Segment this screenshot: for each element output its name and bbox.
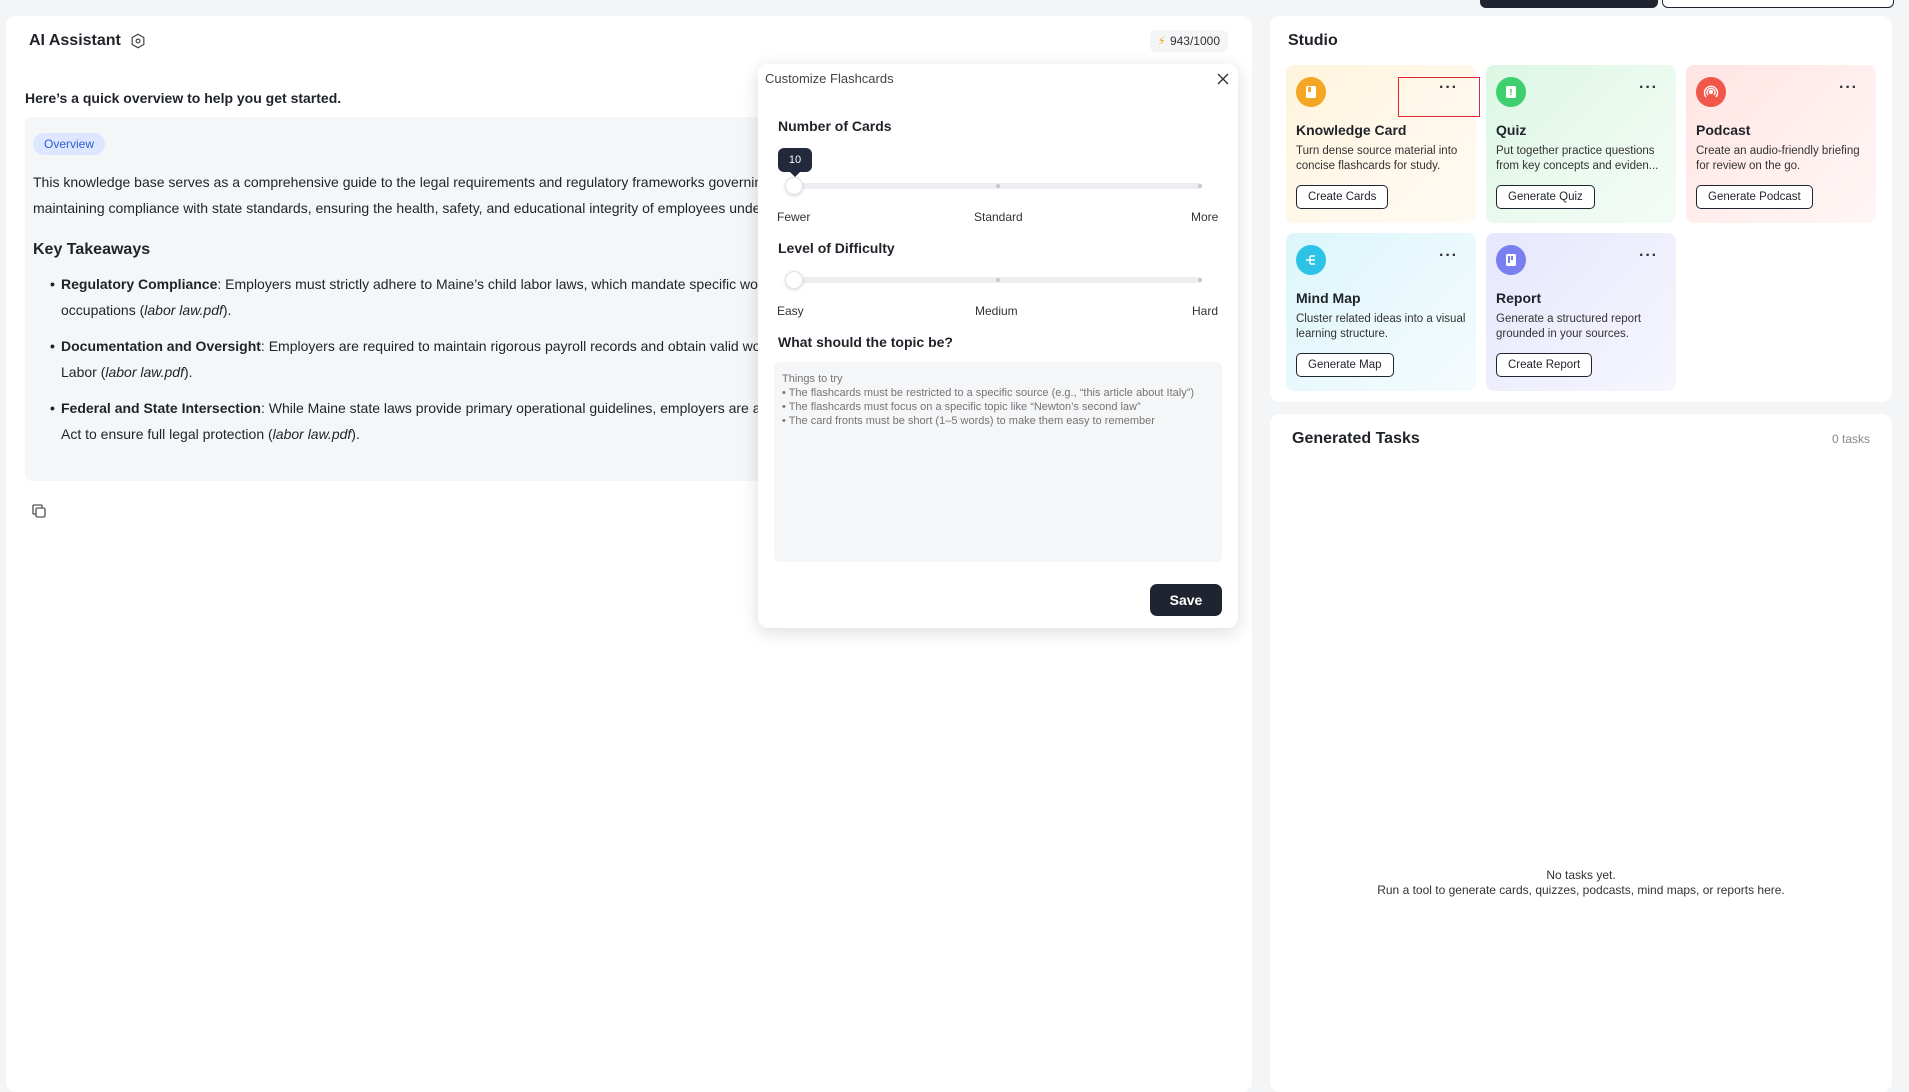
empty-state-hint: Run a tool to generate cards, quizzes, p… bbox=[1377, 883, 1785, 897]
create-cards-button[interactable]: Create Cards bbox=[1296, 185, 1389, 209]
takeaway-text: occupations ( bbox=[61, 302, 145, 318]
studio-title: Studio bbox=[1288, 32, 1338, 49]
highlight-annotation bbox=[1398, 77, 1480, 117]
generate-podcast-button[interactable]: Generate Podcast bbox=[1696, 185, 1813, 209]
difficulty-slider[interactable] bbox=[785, 271, 1202, 289]
card-description: Turn dense source material into concise … bbox=[1296, 145, 1458, 172]
generated-tasks-panel: Generated Tasks 0 tasks No tasks yet. Ru… bbox=[1270, 414, 1892, 1092]
cards-value-tooltip: 10 bbox=[778, 148, 812, 177]
tasks-count: 0 tasks bbox=[1831, 432, 1870, 446]
slider-thumb[interactable] bbox=[785, 271, 803, 289]
takeaway-title: Documentation and Oversight bbox=[61, 338, 261, 354]
scale-label-easy: Easy bbox=[777, 304, 804, 318]
more-options-icon[interactable]: ··· bbox=[1639, 248, 1658, 264]
slider-step-dot bbox=[1198, 184, 1202, 188]
ai-assistant-title: AI Assistant bbox=[29, 32, 121, 49]
generate-quiz-button[interactable]: Generate Quiz bbox=[1496, 185, 1595, 209]
top-primary-button[interactable] bbox=[1480, 0, 1658, 8]
card-title: Quiz bbox=[1496, 122, 1527, 138]
overview-badge: Overview bbox=[33, 133, 106, 155]
quiz-icon: ! bbox=[1496, 77, 1526, 107]
more-options-icon[interactable]: ··· bbox=[1839, 80, 1858, 96]
slider-step-dot bbox=[996, 184, 1000, 188]
credits-value: 943/1000 bbox=[1169, 34, 1220, 48]
scale-label-medium: Medium bbox=[975, 304, 1018, 318]
quiz-tool[interactable]: ! ··· Quiz Put together practice questio… bbox=[1486, 65, 1676, 223]
card-title: Knowledge Card bbox=[1296, 122, 1407, 138]
top-secondary-button[interactable] bbox=[1662, 0, 1894, 8]
card-description: Put together practice questions from key… bbox=[1496, 145, 1659, 172]
close-icon[interactable] bbox=[1216, 72, 1230, 86]
slider-step-dot bbox=[996, 278, 1000, 282]
mind-map-tool[interactable]: ··· Mind Map Cluster related ideas into … bbox=[1286, 233, 1476, 391]
takeaway-text: Labor ( bbox=[61, 364, 106, 380]
svg-text:!: ! bbox=[1509, 88, 1513, 97]
report-tool[interactable]: ··· Report Generate a structured report … bbox=[1486, 233, 1676, 391]
generate-map-button[interactable]: Generate Map bbox=[1296, 353, 1394, 377]
takeaway-title: Federal and State Intersection bbox=[61, 400, 261, 416]
scale-label-standard: Standard bbox=[974, 210, 1023, 224]
empty-state: No tasks yet. Run a tool to generate car… bbox=[1270, 868, 1892, 898]
podcast-icon bbox=[1696, 77, 1726, 107]
overview-heading: Here’s a quick overview to help you get … bbox=[25, 90, 342, 106]
number-of-cards-slider[interactable] bbox=[785, 177, 1202, 195]
takeaway-text: : Employers must strictly adhere to Main… bbox=[217, 276, 778, 292]
credits-badge: ⚡ 943/1000 bbox=[1149, 30, 1228, 52]
customize-flashcards-modal: Customize Flashcards Number of Cards 10 … bbox=[758, 64, 1238, 628]
more-options-icon[interactable]: ··· bbox=[1639, 80, 1658, 96]
scale-label-hard: Hard bbox=[1192, 304, 1219, 318]
takeaway-title: Regulatory Compliance bbox=[61, 276, 218, 292]
book-icon bbox=[1296, 77, 1326, 107]
report-icon bbox=[1496, 245, 1526, 275]
number-of-cards-label: Number of Cards bbox=[778, 118, 892, 134]
source-citation[interactable]: labor law.pdf bbox=[105, 364, 184, 380]
takeaway-text: ). bbox=[351, 426, 360, 442]
slider-step-dot bbox=[1198, 278, 1202, 282]
topic-label: What should the topic be? bbox=[778, 334, 953, 350]
takeaway-text: Act to ensure full legal protection ( bbox=[61, 426, 273, 442]
tasks-title: Generated Tasks bbox=[1292, 430, 1420, 447]
card-title: Report bbox=[1496, 290, 1542, 306]
modal-title: Customize Flashcards bbox=[765, 71, 894, 86]
mindmap-icon bbox=[1296, 245, 1326, 275]
takeaway-text: : While Maine state laws provide primary… bbox=[260, 400, 786, 416]
studio-panel: Studio ··· Knowledge Card Turn dense sou… bbox=[1270, 16, 1892, 402]
more-options-icon[interactable]: ··· bbox=[1439, 248, 1458, 264]
source-citation[interactable]: labor law.pdf bbox=[273, 426, 352, 442]
empty-state-title: No tasks yet. bbox=[1546, 868, 1616, 882]
card-description: Generate a structured report grounded in… bbox=[1496, 313, 1642, 340]
save-button[interactable]: Save bbox=[1150, 584, 1222, 616]
topic-input[interactable] bbox=[774, 362, 1222, 562]
ai-assistant-header: AI Assistant bbox=[29, 32, 147, 50]
settings-gear-icon[interactable] bbox=[129, 32, 147, 50]
takeaway-text: ). bbox=[183, 364, 193, 380]
podcast-tool[interactable]: ··· Podcast Create an audio-friendly bri… bbox=[1686, 65, 1876, 223]
copy-icon[interactable] bbox=[30, 502, 48, 520]
takeaway-text: ). bbox=[222, 302, 232, 318]
source-citation[interactable]: labor law.pdf bbox=[144, 302, 223, 318]
difficulty-label: Level of Difficulty bbox=[778, 240, 895, 256]
takeaway-text: : Employers are required to maintain rig… bbox=[260, 338, 773, 354]
card-description: Cluster related ideas into a visual lear… bbox=[1296, 313, 1466, 340]
card-description: Create an audio-friendly briefing for re… bbox=[1696, 145, 1860, 172]
create-report-button[interactable]: Create Report bbox=[1496, 353, 1593, 377]
slider-thumb[interactable] bbox=[785, 177, 803, 195]
card-title: Podcast bbox=[1696, 122, 1751, 138]
lightning-icon: ⚡ bbox=[1157, 34, 1166, 48]
card-title: Mind Map bbox=[1296, 290, 1361, 306]
scale-label-fewer: Fewer bbox=[777, 210, 811, 224]
scale-label-more: More bbox=[1191, 210, 1219, 224]
